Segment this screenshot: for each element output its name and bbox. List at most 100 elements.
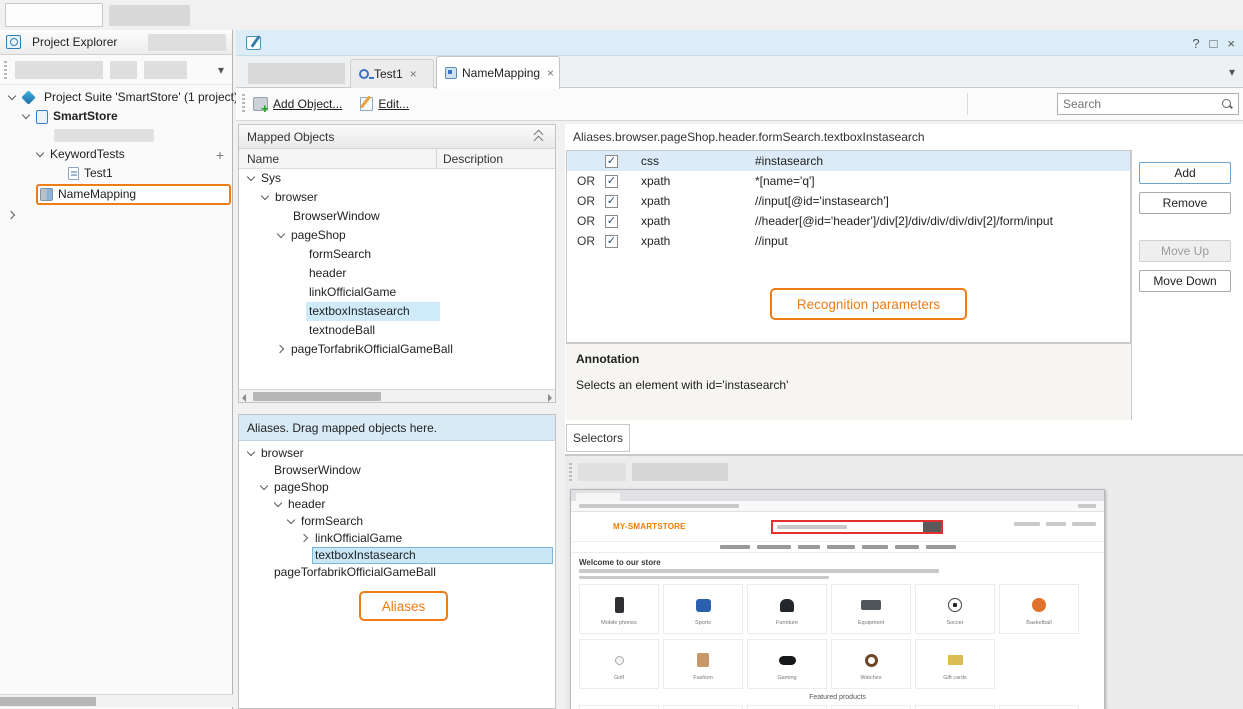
remove-button[interactable]: Remove	[1139, 192, 1231, 214]
tree-label-selected[interactable]: textboxInstasearch	[306, 302, 440, 321]
product-tile[interactable]: Golf	[579, 639, 659, 689]
toolbar-grip[interactable]	[4, 61, 7, 79]
column-name[interactable]: Name	[239, 152, 279, 166]
selector-type[interactable]: xpath	[633, 174, 751, 188]
selector-type[interactable]: xpath	[633, 194, 751, 208]
chevron-down-icon[interactable]	[274, 500, 283, 509]
checkbox-checked[interactable]: ✓	[605, 155, 618, 168]
product-tile[interactable]	[663, 705, 743, 709]
tab-test1-label[interactable]: Test1	[374, 67, 403, 81]
search-input[interactable]	[1063, 97, 1221, 111]
keyword-tests-label[interactable]: KeywordTests	[50, 145, 125, 164]
chevron-down-icon[interactable]	[287, 517, 296, 526]
tree-item-linkofficialgame[interactable]: linkOfficialGame	[239, 283, 555, 302]
redacted-toolbar-button[interactable]	[15, 61, 103, 79]
move-down-button[interactable]: Move Down	[1139, 270, 1231, 292]
selector-type[interactable]: xpath	[633, 214, 751, 228]
product-tile[interactable]	[831, 705, 911, 709]
redacted-button[interactable]	[148, 34, 226, 51]
tree-label[interactable]: browser	[275, 188, 318, 207]
tree-item-keyword-tests[interactable]: KeywordTests +	[0, 145, 232, 164]
alias-pageshop[interactable]: pageShop	[239, 479, 555, 496]
checkbox-checked[interactable]: ✓	[605, 235, 618, 248]
tab-placeholder[interactable]	[248, 63, 345, 84]
top-tab-placeholder[interactable]	[109, 5, 190, 26]
tree-item-textboxinstasearch-selected[interactable]: textboxInstasearch	[239, 302, 555, 321]
checkbox-checked[interactable]: ✓	[605, 195, 618, 208]
product-tile[interactable]: Basketball	[999, 584, 1079, 634]
tree-item-collapsed[interactable]	[0, 206, 232, 225]
product-tile[interactable]: Soccer	[915, 584, 995, 634]
tree-label[interactable]: linkOfficialGame	[309, 283, 396, 302]
tree-label[interactable]: pageTorfabrikOfficialGameBall	[291, 340, 453, 359]
redacted-toolbar-button[interactable]	[578, 463, 626, 481]
chevron-down-icon[interactable]	[8, 93, 17, 102]
chevron-down-icon[interactable]	[247, 449, 256, 458]
tree-item-sys[interactable]: Sys	[239, 169, 555, 188]
explorer-horizontal-scrollbar[interactable]	[0, 694, 233, 707]
chevron-down-icon[interactable]: ▾	[218, 63, 224, 77]
checkbox-checked[interactable]: ✓	[605, 175, 618, 188]
redacted-toolbar-button[interactable]	[632, 463, 728, 481]
tree-item-name-mapping[interactable]: NameMapping	[0, 183, 232, 206]
selector-value[interactable]: //header[@id='header']/div[2]/div/div/di…	[751, 214, 1130, 228]
tab-close-icon[interactable]: ×	[410, 67, 417, 81]
tree-label[interactable]: Sys	[261, 169, 281, 188]
selector-value[interactable]: #instasearch	[751, 154, 1130, 168]
tab-selectors[interactable]: Selectors	[566, 424, 630, 452]
tree-item-browserwindow[interactable]: BrowserWindow	[239, 207, 555, 226]
tab-name-mapping-active[interactable]: NameMapping ×	[436, 56, 560, 89]
chevron-down-icon[interactable]	[22, 112, 31, 121]
alias-browserwindow[interactable]: BrowserWindow	[239, 462, 555, 479]
chevron-right-icon[interactable]	[8, 211, 17, 220]
column-divider[interactable]	[436, 149, 437, 168]
scrollbar-thumb[interactable]	[0, 697, 96, 706]
recognition-row[interactable]: OR ✓ xpath *[name='q']	[567, 171, 1130, 191]
chevron-down-icon[interactable]	[247, 174, 256, 183]
selector-type[interactable]: css	[633, 154, 751, 168]
product-tile[interactable]: Equipment	[831, 584, 911, 634]
tab-list-dropdown-icon[interactable]: ▾	[1229, 65, 1235, 79]
tree-item-browser[interactable]: browser	[239, 188, 555, 207]
toolbar-grip[interactable]	[242, 94, 245, 114]
recognition-row[interactable]: OR ✓ xpath //input	[567, 231, 1130, 251]
checkbox-checked[interactable]: ✓	[605, 215, 618, 228]
scroll-left-icon[interactable]	[242, 394, 246, 402]
product-tile[interactable]: Watches	[831, 639, 911, 689]
product-tile[interactable]	[579, 705, 659, 709]
tree-item-project[interactable]: SmartStore	[0, 107, 232, 126]
tree-label[interactable]: pageTorfabrikOfficialGameBall	[274, 563, 436, 582]
product-tile[interactable]: Gaming	[747, 639, 827, 689]
tree-item-pageshop[interactable]: pageShop	[239, 226, 555, 245]
recognition-row[interactable]: ✓ css #instasearch	[567, 151, 1130, 171]
product-tile[interactable]: Gift cards	[915, 639, 995, 689]
collapse-panel-icon[interactable]	[533, 130, 545, 144]
add-item-icon[interactable]: +	[216, 147, 224, 163]
project-suite-label[interactable]: Project Suite 'SmartStore' (1 project)	[44, 88, 238, 107]
tree-item-project-suite[interactable]: Project Suite 'SmartStore' (1 project)	[0, 88, 232, 107]
tab-name-mapping-label[interactable]: NameMapping	[462, 66, 540, 80]
recognition-row[interactable]: OR ✓ xpath //header[@id='header']/div[2]…	[567, 211, 1130, 231]
tree-item-pagetorfabrik[interactable]: pageTorfabrikOfficialGameBall	[239, 340, 555, 359]
tree-item-formsearch[interactable]: formSearch	[239, 245, 555, 264]
selector-value[interactable]: //input[@id='instasearch']	[751, 194, 1130, 208]
selector-value[interactable]: //input	[751, 234, 1130, 248]
recognition-row[interactable]: OR ✓ xpath //input[@id='instasearch']	[567, 191, 1130, 211]
scroll-right-icon[interactable]	[548, 394, 552, 402]
alias-linkofficialgame[interactable]: linkOfficialGame	[239, 530, 555, 547]
tree-label[interactable]: pageShop	[291, 226, 346, 245]
restore-icon[interactable]: □	[1210, 36, 1218, 51]
test1-label[interactable]: Test1	[84, 164, 113, 183]
chevron-down-icon[interactable]	[261, 193, 270, 202]
add-button[interactable]: Add	[1139, 162, 1231, 184]
product-tile[interactable]	[747, 705, 827, 709]
chevron-down-icon[interactable]	[260, 483, 269, 492]
chevron-right-icon[interactable]	[277, 345, 286, 354]
product-tile[interactable]	[999, 705, 1079, 709]
alias-pagetorfabrik[interactable]: pageTorfabrikOfficialGameBall	[239, 564, 555, 581]
search-icon[interactable]	[1221, 98, 1233, 110]
tab-close-icon[interactable]: ×	[547, 66, 554, 80]
alias-header[interactable]: header	[239, 496, 555, 513]
selector-value[interactable]: *[name='q']	[751, 174, 1130, 188]
edit-button[interactable]: Edit...	[378, 97, 409, 111]
